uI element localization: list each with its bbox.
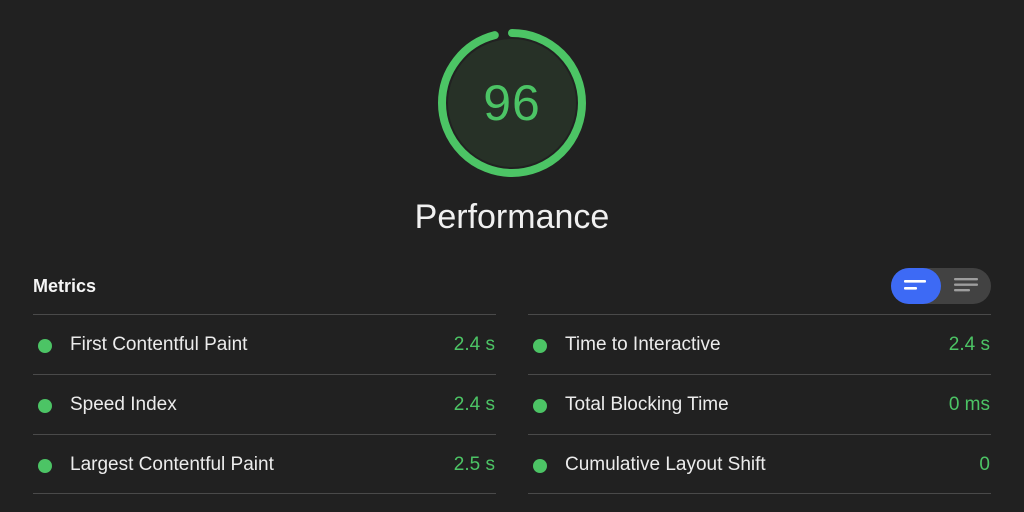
compact-view-button[interactable] — [891, 268, 941, 304]
compact-view-icon — [904, 280, 926, 290]
metrics-heading: Metrics — [33, 276, 97, 296]
metric-label: Time to Interactive — [565, 334, 721, 355]
performance-gauge: 96 — [436, 27, 588, 179]
expanded-view-icon — [954, 278, 978, 292]
metric-cumulative-layout-shift: Cumulative Layout Shift 0 — [528, 434, 991, 494]
metric-label: Cumulative Layout Shift — [565, 454, 766, 475]
expanded-view-button[interactable] — [941, 268, 991, 304]
metric-value: 2.4 s — [453, 394, 495, 415]
metric-label: First Contentful Paint — [70, 334, 248, 355]
metric-first-contentful-paint: First Contentful Paint 2.4 s — [33, 314, 496, 374]
metric-total-blocking-time: Total Blocking Time 0 ms — [528, 374, 991, 434]
metrics-column-right: Time to Interactive 2.4 s Total Blocking… — [528, 314, 991, 494]
metric-label: Speed Index — [70, 394, 177, 415]
metrics-view-toggle[interactable] — [891, 268, 991, 304]
metric-value: 2.5 s — [453, 454, 495, 475]
pass-indicator-icon — [533, 339, 547, 353]
metric-largest-contentful-paint: Largest Contentful Paint 2.5 s — [33, 434, 496, 494]
metric-value: 2.4 s — [453, 334, 495, 355]
metrics-column-left: First Contentful Paint 2.4 s Speed Index… — [33, 314, 496, 494]
metric-label: Largest Contentful Paint — [70, 454, 274, 475]
pass-indicator-icon — [38, 339, 52, 353]
metric-value: 0 ms — [948, 394, 990, 415]
pass-indicator-icon — [533, 459, 547, 473]
performance-score: 96 — [483, 75, 541, 131]
pass-indicator-icon — [38, 399, 52, 413]
metric-time-to-interactive: Time to Interactive 2.4 s — [528, 314, 991, 374]
metric-speed-index: Speed Index 2.4 s — [33, 374, 496, 434]
metric-value: 2.4 s — [948, 334, 990, 355]
category-title: Performance — [414, 198, 610, 236]
metric-label: Total Blocking Time — [565, 394, 729, 415]
pass-indicator-icon — [533, 399, 547, 413]
pass-indicator-icon — [38, 459, 52, 473]
metric-value: 0 — [979, 454, 990, 475]
